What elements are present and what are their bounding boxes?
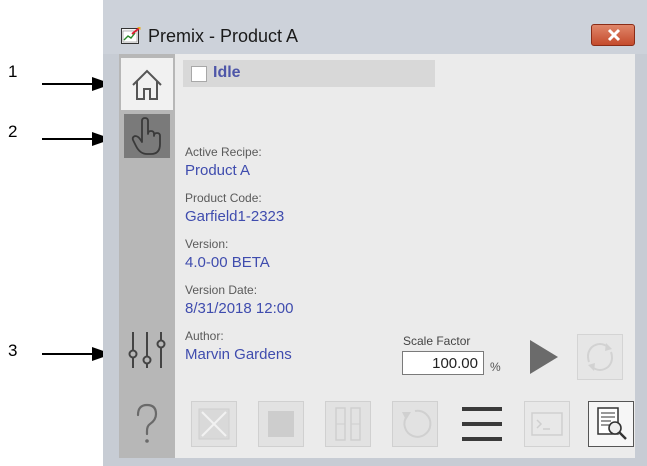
nav-tuning-button[interactable] (123, 326, 171, 374)
active-recipe-label: Active Recipe: (185, 145, 262, 159)
version-label: Version: (185, 237, 229, 251)
home-icon (132, 69, 162, 100)
scale-factor-unit: % (490, 360, 501, 374)
window-frame-left (103, 54, 119, 466)
hamburger-menu-icon (462, 407, 502, 441)
scale-factor-input[interactable]: 100.00 (402, 351, 484, 375)
state-checkbox (191, 66, 207, 82)
abort-x-icon (198, 408, 230, 440)
refresh-icon (587, 343, 613, 371)
state-label: Idle (213, 64, 241, 81)
window-title: Premix - Product A (148, 26, 299, 46)
menu-button[interactable] (459, 401, 505, 447)
stop-square-icon (268, 411, 294, 437)
pause-bars-icon (335, 407, 361, 441)
hand-pointer-icon (131, 117, 161, 155)
question-mark-icon (136, 403, 158, 443)
version-date-label: Version Date: (185, 283, 258, 297)
app-icon (121, 26, 141, 45)
hold-button[interactable] (325, 401, 371, 447)
close-icon (607, 28, 621, 42)
stop-button[interactable] (258, 401, 304, 447)
nav-home-button[interactable] (121, 58, 173, 110)
play-icon (530, 340, 558, 374)
report-search-icon (597, 407, 627, 440)
active-recipe-value: Product A (185, 162, 251, 179)
title-bar[interactable]: Premix - Product A (103, 0, 647, 54)
start-button[interactable] (520, 334, 566, 380)
home-display: Idle Active Recipe: Product A Product Co… (175, 54, 635, 458)
nav-help-button[interactable] (123, 397, 171, 449)
callout-arrow-1 (42, 77, 112, 91)
sliders-icon (128, 332, 166, 368)
close-button[interactable] (591, 24, 635, 46)
version-date-value: 8/31/2018 12:00 (185, 300, 294, 317)
reset-circular-icon (402, 409, 432, 438)
callout-arrow-2 (42, 132, 112, 146)
faceplate-window: Premix - Product A Idle Active Recipe: P… (103, 0, 647, 466)
scale-factor-label: Scale Factor (403, 334, 471, 348)
author-value: Marvin Gardens (185, 346, 292, 363)
reset-button[interactable] (392, 401, 438, 447)
command-button[interactable] (524, 401, 570, 447)
window-frame-right (635, 54, 647, 466)
report-button[interactable] (588, 401, 634, 447)
nav-manual-button[interactable] (124, 114, 170, 158)
window-frame-bottom (119, 458, 635, 466)
callout-arrow-3 (42, 347, 112, 361)
navigation-sidebar (119, 54, 175, 458)
terminal-icon (531, 412, 563, 436)
product-code-label: Product Code: (185, 191, 262, 205)
product-code-value: Garfield1-2323 (185, 208, 285, 225)
restart-button[interactable] (577, 334, 623, 380)
version-value: 4.0-00 BETA (185, 254, 270, 271)
abort-button[interactable] (191, 401, 237, 447)
state-indicator: Idle (183, 60, 435, 87)
author-label: Author: (185, 329, 224, 343)
